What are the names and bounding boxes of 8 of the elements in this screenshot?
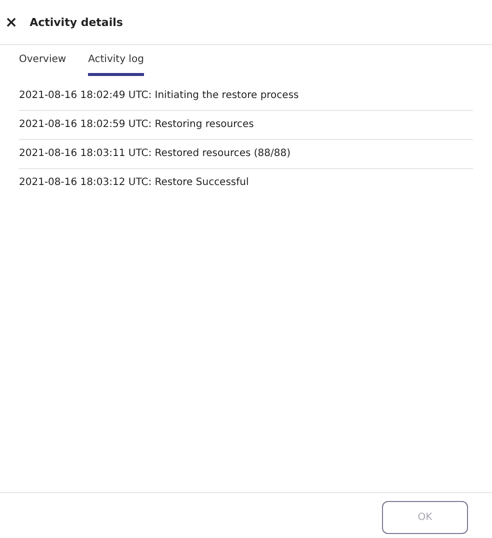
log-entry: 2021-08-16 18:03:11 UTC: Restored resources (88/88)	[19, 140, 473, 169]
tab[interactable]: Overview	[19, 54, 66, 76]
dialog-title: Activity details	[30, 16, 123, 28]
log-entry: 2021-08-16 18:02:59 UTC: Restoring resources	[19, 111, 473, 140]
tab[interactable]: Activity log	[88, 54, 144, 76]
log-entry: 2021-08-16 18:02:49 UTC: Initiating the restore process	[19, 90, 473, 111]
log-entry: 2021-08-16 18:03:12 UTC: Restore Successful	[19, 176, 250, 190]
close-icon[interactable]: ×	[5, 14, 18, 30]
